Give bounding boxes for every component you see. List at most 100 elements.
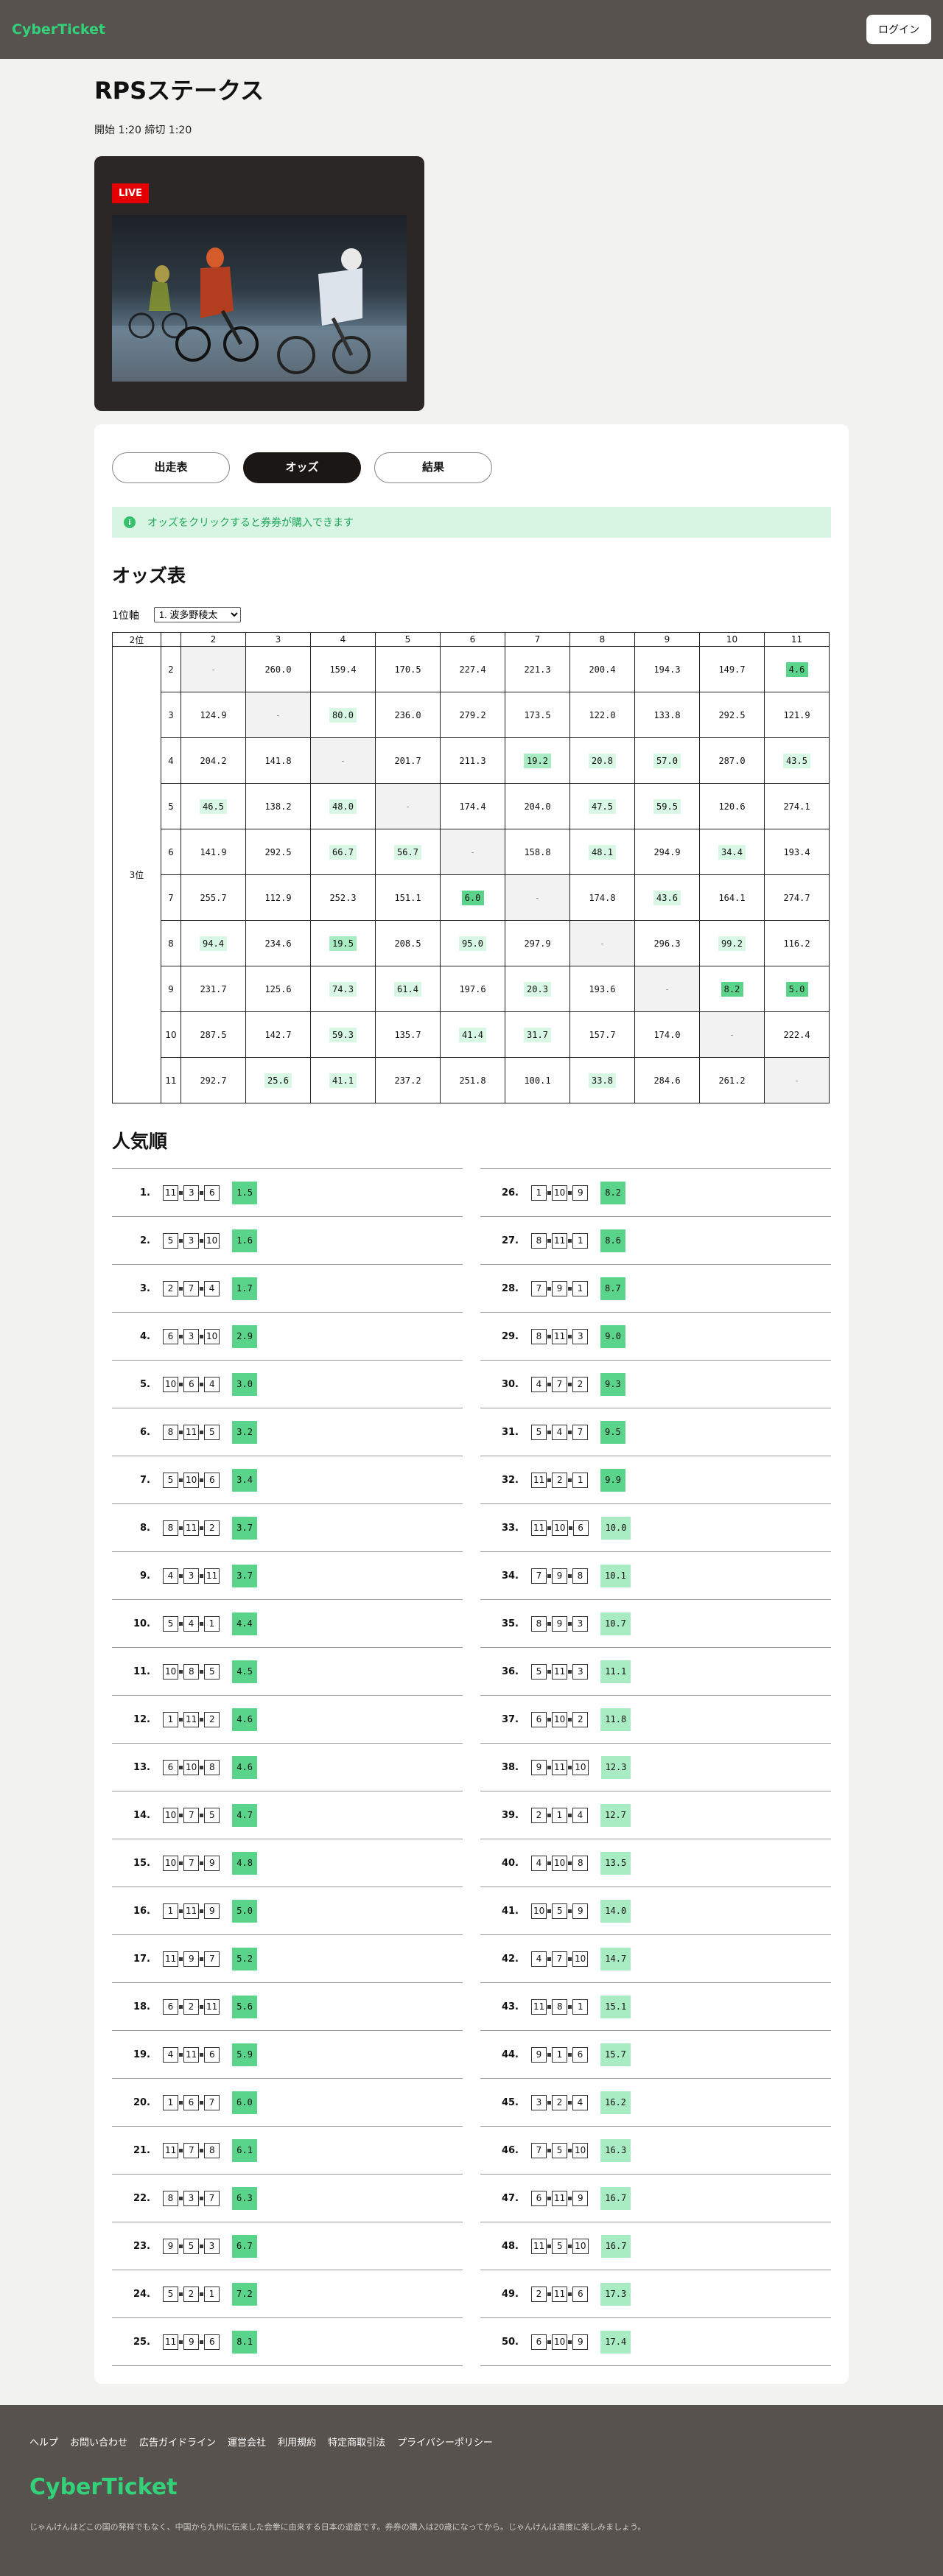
popular-odds[interactable]: 4.4: [232, 1612, 257, 1635]
popular-odds[interactable]: 6.3: [232, 2186, 257, 2210]
odds-cell[interactable]: 48.0: [310, 783, 376, 829]
popular-odds[interactable]: 17.3: [600, 2282, 631, 2306]
popular-odds[interactable]: 3.7: [232, 1564, 257, 1587]
odds-cell[interactable]: 138.2: [245, 783, 311, 829]
popular-item[interactable]: 40. 4 10 8 13.5: [480, 1839, 831, 1887]
popular-odds[interactable]: 11.8: [600, 1708, 631, 1731]
odds-cell[interactable]: 57.0: [634, 737, 700, 784]
odds-cell[interactable]: 99.2: [699, 920, 765, 966]
popular-odds[interactable]: 8.1: [232, 2330, 257, 2354]
popular-item[interactable]: 50. 6 10 9 17.4: [480, 2318, 831, 2366]
popular-odds[interactable]: 8.7: [600, 1277, 625, 1300]
odds-cell[interactable]: 41.4: [440, 1011, 505, 1058]
odds-cell[interactable]: 237.2: [375, 1057, 441, 1103]
popular-item[interactable]: 5. 10 6 4 3.0: [112, 1361, 463, 1408]
odds-cell[interactable]: 94.4: [180, 920, 246, 966]
popular-item[interactable]: 49. 2 11 6 17.3: [480, 2270, 831, 2318]
popular-item[interactable]: 29. 8 11 3 9.0: [480, 1313, 831, 1361]
popular-item[interactable]: 31. 5 4 7 9.5: [480, 1408, 831, 1456]
popular-item[interactable]: 30. 4 7 2 9.3: [480, 1361, 831, 1408]
popular-item[interactable]: 39. 2 1 4 12.7: [480, 1791, 831, 1839]
popular-item[interactable]: 8. 8 11 2 3.7: [112, 1504, 463, 1552]
popular-odds[interactable]: 16.3: [600, 2138, 631, 2162]
footer-link[interactable]: プライバシーポリシー: [397, 2435, 493, 2449]
odds-cell[interactable]: 46.5: [180, 783, 246, 829]
odds-cell[interactable]: 194.3: [634, 646, 700, 692]
odds-cell[interactable]: 141.8: [245, 737, 311, 784]
odds-cell[interactable]: 20.3: [505, 966, 570, 1012]
popular-item[interactable]: 6. 8 11 5 3.2: [112, 1408, 463, 1456]
odds-cell[interactable]: 151.1: [375, 874, 441, 921]
odds-cell[interactable]: 261.2: [699, 1057, 765, 1103]
odds-cell[interactable]: 211.3: [440, 737, 505, 784]
odds-cell[interactable]: 255.7: [180, 874, 246, 921]
popular-item[interactable]: 14. 10 7 5 4.7: [112, 1791, 463, 1839]
odds-cell[interactable]: 227.4: [440, 646, 505, 692]
popular-item[interactable]: 10. 5 4 1 4.4: [112, 1600, 463, 1648]
live-video-image[interactable]: [112, 215, 407, 382]
popular-odds[interactable]: 8.2: [600, 1181, 625, 1204]
popular-odds[interactable]: 6.7: [232, 2234, 257, 2258]
popular-item[interactable]: 36. 5 11 3 11.1: [480, 1648, 831, 1696]
odds-cell[interactable]: 193.4: [764, 829, 830, 875]
odds-cell[interactable]: 157.7: [569, 1011, 635, 1058]
popular-item[interactable]: 13. 6 10 8 4.6: [112, 1744, 463, 1791]
odds-cell[interactable]: 66.7: [310, 829, 376, 875]
odds-cell[interactable]: 61.4: [375, 966, 441, 1012]
tab-0[interactable]: 出走表: [112, 452, 230, 483]
odds-cell[interactable]: 8.2: [699, 966, 765, 1012]
popular-item[interactable]: 23. 9 5 3 6.7: [112, 2222, 463, 2270]
popular-item[interactable]: 9. 4 3 11 3.7: [112, 1552, 463, 1600]
odds-cell[interactable]: 120.6: [699, 783, 765, 829]
tab-2[interactable]: 結果: [374, 452, 492, 483]
odds-cell[interactable]: 279.2: [440, 692, 505, 738]
odds-cell[interactable]: 294.9: [634, 829, 700, 875]
popular-odds[interactable]: 5.6: [232, 1995, 257, 2018]
odds-cell[interactable]: 100.1: [505, 1057, 570, 1103]
popular-item[interactable]: 20. 1 6 7 6.0: [112, 2079, 463, 2127]
popular-odds[interactable]: 16.2: [600, 2091, 631, 2114]
popular-item[interactable]: 44. 9 1 6 15.7: [480, 2031, 831, 2079]
odds-cell[interactable]: 142.7: [245, 1011, 311, 1058]
popular-odds[interactable]: 8.6: [600, 1229, 625, 1252]
odds-cell[interactable]: 133.8: [634, 692, 700, 738]
odds-cell[interactable]: 292.5: [699, 692, 765, 738]
odds-cell[interactable]: 287.5: [180, 1011, 246, 1058]
odds-cell[interactable]: 95.0: [440, 920, 505, 966]
odds-cell[interactable]: 292.7: [180, 1057, 246, 1103]
popular-odds[interactable]: 15.7: [600, 2043, 631, 2066]
popular-odds[interactable]: 7.2: [232, 2282, 257, 2306]
popular-item[interactable]: 28. 7 9 1 8.7: [480, 1265, 831, 1313]
odds-cell[interactable]: 141.9: [180, 829, 246, 875]
odds-cell[interactable]: 122.0: [569, 692, 635, 738]
site-logo[interactable]: CyberTicket: [12, 21, 105, 38]
odds-cell[interactable]: 19.5: [310, 920, 376, 966]
popular-item[interactable]: 42. 4 7 10 14.7: [480, 1935, 831, 1983]
popular-odds[interactable]: 1.7: [232, 1277, 257, 1300]
popular-item[interactable]: 47. 6 11 9 16.7: [480, 2175, 831, 2222]
odds-cell[interactable]: 208.5: [375, 920, 441, 966]
odds-cell[interactable]: 197.6: [440, 966, 505, 1012]
popular-item[interactable]: 35. 8 9 3 10.7: [480, 1600, 831, 1648]
odds-cell[interactable]: 121.9: [764, 692, 830, 738]
popular-odds[interactable]: 5.0: [232, 1899, 257, 1923]
footer-logo[interactable]: CyberTicket: [29, 2474, 914, 2500]
popular-odds[interactable]: 14.0: [600, 1899, 631, 1923]
footer-link[interactable]: 利用規約: [278, 2435, 316, 2449]
odds-cell[interactable]: 296.3: [634, 920, 700, 966]
popular-item[interactable]: 2. 5 3 10 1.6: [112, 1217, 463, 1265]
odds-cell[interactable]: 158.8: [505, 829, 570, 875]
popular-odds[interactable]: 10.7: [600, 1612, 631, 1635]
popular-odds[interactable]: 4.6: [232, 1755, 257, 1779]
odds-cell[interactable]: 25.6: [245, 1057, 311, 1103]
odds-cell[interactable]: 4.6: [764, 646, 830, 692]
odds-cell[interactable]: 251.8: [440, 1057, 505, 1103]
odds-cell[interactable]: 174.4: [440, 783, 505, 829]
popular-item[interactable]: 38. 9 11 10 12.3: [480, 1744, 831, 1791]
odds-cell[interactable]: 252.3: [310, 874, 376, 921]
popular-odds[interactable]: 4.6: [232, 1708, 257, 1731]
odds-cell[interactable]: 287.0: [699, 737, 765, 784]
popular-odds[interactable]: 5.2: [232, 1947, 257, 1970]
odds-cell[interactable]: 234.6: [245, 920, 311, 966]
tab-1[interactable]: オッズ: [243, 452, 361, 483]
